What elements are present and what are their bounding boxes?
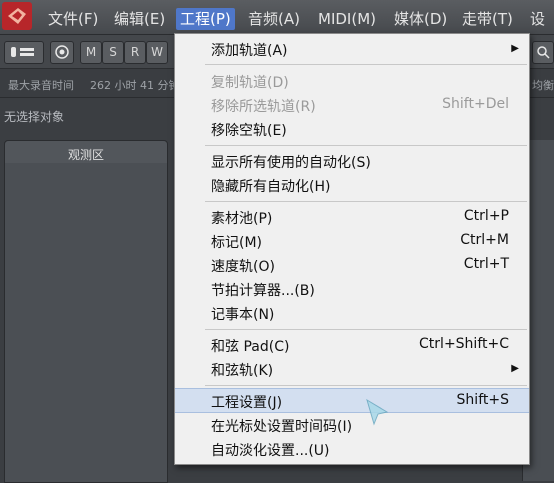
menu-settings[interactable]: 设 [526,8,549,30]
menu-bar: 文件(F) 编辑(E) 工程(P) 音频(A) MIDI(M) 媒体(D) 走带… [0,0,554,35]
menu-item-shortcut: Ctrl+M [460,232,509,248]
menu-separator [205,329,527,330]
menu-item-chord-track[interactable]: 和弦轨(K) ▶ [175,357,529,380]
solo-button[interactable]: S [102,41,124,64]
menu-item-markers[interactable]: 标记(M) Ctrl+M [175,229,529,252]
submenu-arrow-icon: ▶ [511,363,519,374]
menu-separator [205,385,527,386]
menu-item-label: 标记(M) [211,235,263,251]
menu-item-label: 节拍计算器...(B) [211,283,315,299]
menu-item-label: 和弦轨(K) [211,363,274,379]
menu-item-show-used-automation[interactable]: 显示所有使用的自动化(S) [175,149,529,172]
write-automation-button[interactable]: W [146,41,168,64]
inspector-panel: 观测区 [4,140,168,483]
menu-item-beat-calculator[interactable]: 节拍计算器...(B) [175,277,529,300]
menu-separator [205,145,527,146]
target-icon [55,45,69,59]
magnifier-icon [537,46,550,59]
zoom-button[interactable] [532,41,554,64]
menu-item-label: 记事本(N) [211,307,275,323]
constrain-delay-button[interactable] [50,41,74,64]
menu-file[interactable]: 文件(F) [44,8,102,30]
menu-edit[interactable]: 编辑(E) [110,8,169,30]
menu-item-label: 移除所选轨道(R) [211,99,316,115]
menu-item-duplicate-track[interactable]: 复制轨道(D) [175,69,529,92]
menu-item-label: 自动淡化设置...(U) [211,443,330,459]
menu-separator [205,201,527,202]
menu-media[interactable]: 媒体(D) [390,8,451,30]
menu-item-label: 工程设置(J) [211,395,283,411]
menu-item-pool[interactable]: 素材池(P) Ctrl+P [175,205,529,228]
max-record-time-value: 262 小时 41 分钟 [90,79,180,92]
menu-item-label: 复制轨道(D) [211,75,289,91]
menu-item-remove-empty-tracks[interactable]: 移除空轨(E) [175,117,529,140]
menu-midi[interactable]: MIDI(M) [314,8,380,30]
menu-item-add-track[interactable]: 添加轨道(A) ▶ [175,37,529,60]
no-selection-text: 无选择对象 [4,110,65,124]
project-menu-dropdown: 添加轨道(A) ▶ 复制轨道(D) 移除所选轨道(R) Shift+Del 移除… [174,33,530,465]
menu-item-label: 在光标处设置时间码(I) [211,419,353,435]
menu-item-label: 添加轨道(A) [211,43,288,59]
menu-item-project-setup[interactable]: 工程设置(J) Shift+S [175,388,529,413]
inspector-title: 观测区 [67,148,104,162]
mute-button[interactable]: M [80,41,102,64]
menu-project[interactable]: 工程(P) [176,8,235,30]
read-automation-button[interactable]: R [124,41,146,64]
menu-item-shortcut: Shift+S [456,392,509,408]
menu-item-shortcut: Shift+Del [442,96,509,112]
layout-icon [11,47,34,57]
menu-separator [205,64,527,65]
menu-item-set-timecode-at-cursor[interactable]: 在光标处设置时间码(I) [175,413,529,436]
menu-item-chord-pads[interactable]: 和弦 Pad(C) Ctrl+Shift+C [175,333,529,356]
submenu-arrow-icon: ▶ [511,43,519,54]
menu-item-notepad[interactable]: 记事本(N) [175,301,529,324]
menu-item-label: 速度轨(O) [211,259,275,275]
eq-fragment: 均衡 [532,79,554,92]
menu-item-label: 和弦 Pad(C) [211,339,290,355]
window-layout-button[interactable] [4,41,44,64]
menu-item-tempo-track[interactable]: 速度轨(O) Ctrl+T [175,253,529,276]
menu-item-auto-fades-settings[interactable]: 自动淡化设置...(U) [175,437,529,460]
mouse-pointer-icon [366,398,389,426]
menu-audio[interactable]: 音频(A) [244,8,304,30]
menu-item-label: 隐藏所有自动化(H) [211,179,331,195]
max-record-time-label: 最大录音时间 [8,79,74,92]
menu-item-shortcut: Ctrl+P [463,208,509,224]
menu-item-shortcut: Ctrl+T [463,256,509,272]
cubase-logo-icon [8,8,26,24]
menu-item-label: 显示所有使用的自动化(S) [211,155,371,171]
menu-transport[interactable]: 走带(T) [458,8,517,30]
menu-item-shortcut: Ctrl+Shift+C [419,336,509,352]
app-logo[interactable] [2,2,32,30]
menu-item-label: 移除空轨(E) [211,123,287,139]
menu-item-label: 素材池(P) [211,211,273,227]
menu-item-hide-all-automation[interactable]: 隐藏所有自动化(H) [175,173,529,196]
menu-item-remove-selected-tracks[interactable]: 移除所选轨道(R) Shift+Del [175,93,529,116]
